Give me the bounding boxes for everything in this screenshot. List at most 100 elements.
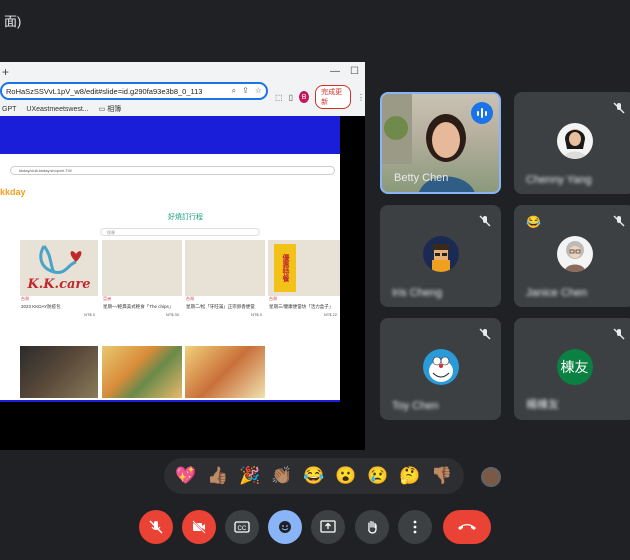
slide-margin	[340, 116, 365, 450]
address-bar[interactable]: RoHaSzSSVvL1pV_w8/edit#slide=id.g290fa93…	[0, 82, 268, 100]
more-vert-icon	[413, 520, 417, 534]
camera-off-icon	[192, 520, 206, 534]
meeting-title-bar: 面)	[0, 0, 630, 40]
product-card: 亞洲 星期一/經典美式輕食「The chips」 NT$ 30	[102, 240, 182, 340]
emoji-icon	[279, 521, 291, 533]
bookmark-item[interactable]: UXeastmeetswest...	[26, 106, 88, 113]
webpage-search: 搜尋	[100, 228, 260, 236]
maximize-icon[interactable]: ☐	[350, 66, 359, 77]
captions-button[interactable]: CC	[225, 510, 259, 544]
new-tab-icon[interactable]: +	[2, 65, 9, 79]
bookmark-star-icon[interactable]: ☆	[255, 86, 262, 96]
promo-photo: 優惠特餐	[268, 240, 340, 296]
reaction-bar: 💖 👍🏽 🎉 👏🏽 😂 😮 😢 🤔 👎🏽	[164, 458, 464, 494]
reaction-party-popper[interactable]: 🎉	[239, 466, 260, 486]
participant-tile-iris[interactable]: Iris Cheng	[380, 205, 501, 307]
hand-icon	[368, 520, 377, 534]
kkcare-logo: K.K.care	[20, 240, 98, 296]
food-photo	[102, 240, 182, 296]
product-card: K.K.care 台灣 2023 KKDAY防疫包 NT$ 0	[20, 240, 98, 340]
reaction-thumbs-up[interactable]: 👍🏽	[207, 466, 228, 486]
participant-tile-betty[interactable]: Betty Chen	[380, 92, 501, 194]
card-price: NT$ 22	[323, 312, 337, 317]
present-screen-icon	[320, 520, 336, 533]
skin-tone-selector[interactable]	[481, 467, 501, 487]
avatar-initials: 棟友	[556, 349, 593, 385]
sidebar-icon[interactable]: ▯	[289, 93, 293, 102]
avatar	[556, 236, 593, 272]
mic-off-icon	[477, 326, 493, 342]
card-price: NT$ 30	[165, 312, 179, 317]
mic-off-icon	[149, 520, 163, 534]
participant-name: 楊棟友	[526, 399, 559, 411]
avatar	[422, 349, 459, 385]
profile-avatar[interactable]: B	[298, 91, 310, 103]
minimize-icon[interactable]: —	[330, 66, 340, 77]
bookmark-item[interactable]: GPT	[2, 106, 16, 113]
leave-call-button[interactable]	[443, 510, 491, 544]
card-caption: 2023 KKDAY防疫包	[21, 304, 61, 309]
share-icon[interactable]: ⇪	[242, 86, 249, 96]
meeting-title: 面)	[4, 13, 22, 29]
avatar	[422, 236, 459, 272]
participant-name: Toy Chen	[392, 400, 439, 412]
card-caption: 星期一/經典美式輕食「The chips」	[103, 304, 174, 309]
card-caption: 星期三/健康便當坊「活力盒子」	[269, 304, 334, 309]
browser-tab-row: +	[0, 62, 365, 82]
reactions-button[interactable]	[268, 510, 302, 544]
reaction-thinking[interactable]: 🤔	[399, 466, 420, 486]
mic-off-icon	[611, 100, 627, 116]
extensions-icon[interactable]: ⬚	[275, 93, 283, 102]
food-photo	[102, 346, 182, 398]
participant-tile-janice[interactable]: 😂 Janice Chen	[514, 205, 630, 307]
webpage-url: kkday/club.kkday.shop/ch-TW	[10, 166, 335, 175]
mic-off-icon	[477, 213, 493, 229]
zoom-icon[interactable]: ⌕	[232, 86, 236, 96]
reaction-crying[interactable]: 😢	[367, 466, 388, 486]
slide-canvas: kkday/club.kkday.shop/ch-TW kkday 好燒訂行程 …	[0, 116, 340, 402]
avatar	[556, 123, 593, 159]
mic-toggle-button[interactable]	[139, 510, 173, 544]
more-options-button[interactable]	[398, 510, 432, 544]
participant-name: Chenny Yang	[526, 174, 592, 186]
reaction-joy[interactable]: 😂	[303, 466, 324, 486]
stethoscope-icon	[39, 245, 82, 275]
reaction-clapping[interactable]: 👏🏽	[271, 466, 292, 486]
participant-name: Betty Chen	[394, 172, 449, 184]
bookmarks-bar: GPT UXeastmeetswest... ▭ 相簿	[0, 102, 121, 116]
camera-toggle-button[interactable]	[182, 510, 216, 544]
food-photo	[185, 240, 265, 296]
address-url: RoHaSzSSVvL1pV_w8/edit#slide=id.g290fa93…	[6, 86, 203, 96]
update-button[interactable]: 完成更新	[315, 85, 351, 109]
mic-off-icon	[611, 326, 627, 342]
reaction-sparkling-heart[interactable]: 💖	[175, 466, 196, 486]
reaction-thumbs-down[interactable]: 👎🏽	[431, 466, 452, 486]
menu-photo	[20, 346, 98, 398]
webpage-logo: kkday	[0, 187, 26, 197]
card-caption: 星期二/松「牙旺滿」正宗卵香便當	[186, 304, 255, 309]
participant-tile-yang[interactable]: 棟友 楊棟友	[514, 318, 630, 420]
browser-chrome: + — ☐ RoHaSzSSVvL1pV_w8/edit#slide=id.g2…	[0, 62, 365, 116]
raise-hand-button[interactable]	[355, 510, 389, 544]
shared-screen: + — ☐ RoHaSzSSVvL1pV_w8/edit#slide=id.g2…	[0, 62, 365, 450]
product-card: 台灣 星期二/松「牙旺滿」正宗卵香便當 NT$ 0	[185, 240, 265, 340]
participant-tile-chenny[interactable]: Chenny Yang	[514, 92, 630, 194]
window-controls: — ☐	[330, 66, 359, 77]
call-end-icon	[458, 524, 476, 530]
participant-tile-toy[interactable]: Toy Chen	[380, 318, 501, 420]
svg-text:CC: CC	[238, 526, 247, 532]
card-price: NT$ 0	[251, 312, 262, 317]
speaking-indicator-icon	[471, 102, 493, 124]
menu-kebab-icon[interactable]: ⋮	[357, 93, 365, 102]
present-button[interactable]	[311, 510, 345, 544]
participant-name: Iris Cheng	[392, 287, 443, 299]
card-price: NT$ 0	[84, 312, 95, 317]
webpage-section-title: 好燒訂行程	[168, 214, 203, 221]
slide-screenshot: kkday/club.kkday.shop/ch-TW kkday 好燒訂行程 …	[0, 154, 340, 400]
product-card: 優惠特餐 台灣 星期三/健康便當坊「活力盒子」 NT$ 22	[268, 240, 340, 340]
food-photo	[185, 346, 265, 398]
bookmark-folder[interactable]: ▭ 相簿	[99, 104, 122, 114]
participant-name: Janice Chen	[526, 287, 588, 299]
reaction-badge: 😂	[526, 215, 541, 229]
reaction-surprised[interactable]: 😮	[335, 466, 356, 486]
